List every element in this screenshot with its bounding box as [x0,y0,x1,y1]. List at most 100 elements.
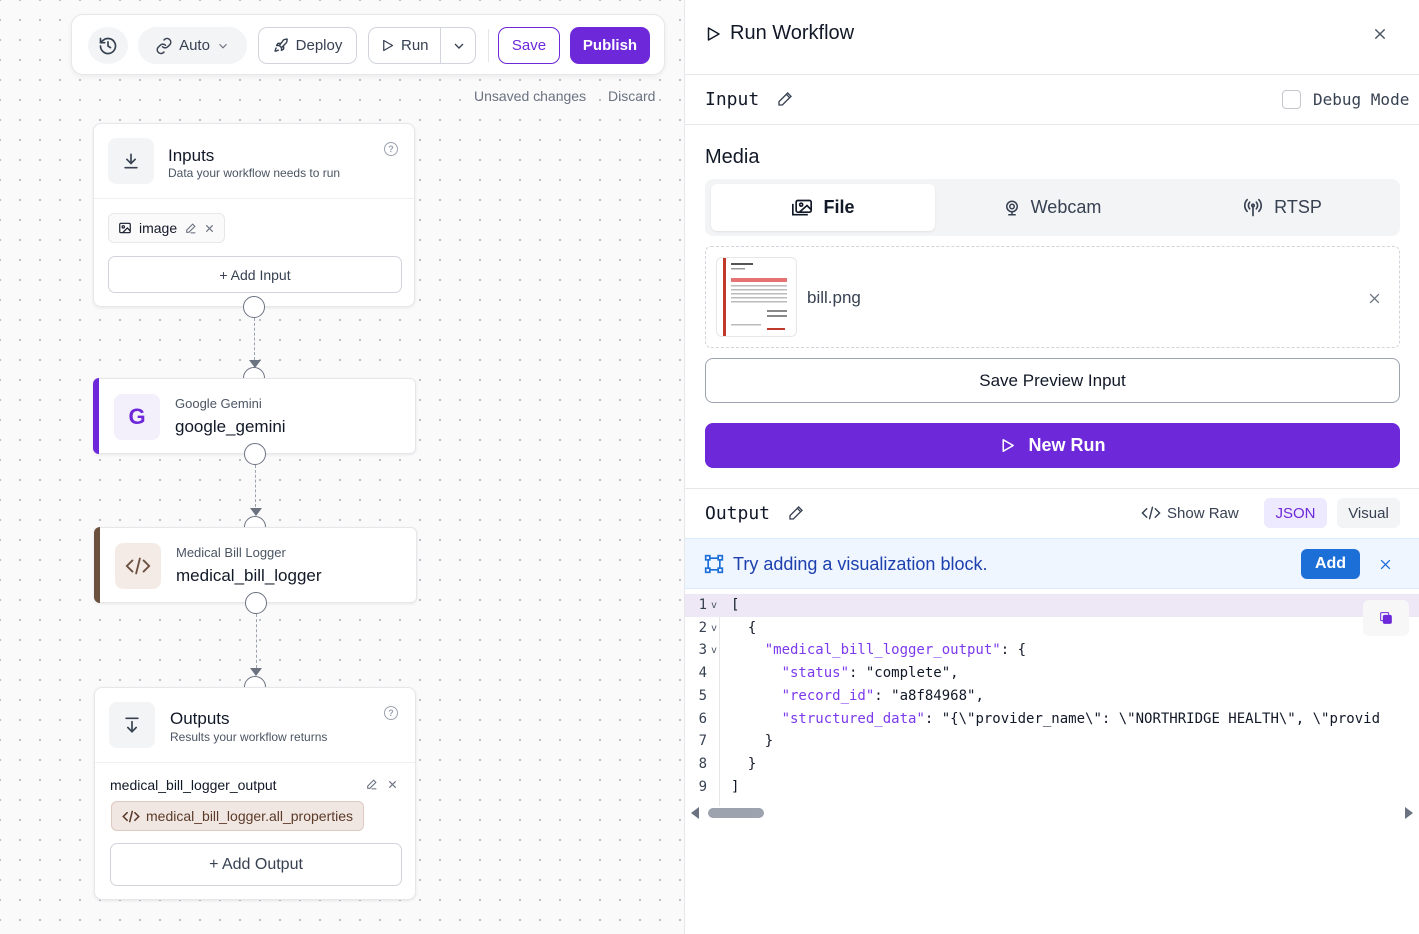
section-divider [685,488,1419,489]
output-port[interactable] [245,592,267,614]
rocket-icon [274,38,288,52]
code-text: ] [731,778,740,795]
publish-button[interactable]: Publish [570,27,650,64]
code-text: "record_id": "a8f84968", [781,687,984,704]
code-line: 8 } [685,753,1419,776]
scrollbar-thumb[interactable] [708,808,764,818]
visualization-banner: Try adding a visualization block. Add [685,538,1419,589]
edit-icon[interactable] [365,778,378,791]
close-panel-button[interactable] [1370,24,1390,44]
line-number: 6 [698,710,707,727]
add-output-button[interactable]: + Add Output [110,843,402,886]
upload-icon [109,702,155,748]
save-preview-input-button[interactable]: Save Preview Input [705,358,1400,403]
line-number: 1 [698,597,707,613]
images-icon [792,199,813,215]
code-line: 6 "structured_data": "{\"provider_name\"… [685,708,1419,731]
history-icon [99,37,117,54]
edge [255,465,256,507]
save-button[interactable]: Save [498,27,560,64]
output-port[interactable] [244,443,266,465]
input-chip-image[interactable]: image [108,213,226,243]
line-number: 4 [698,665,707,682]
help-icon[interactable]: ? [384,706,398,720]
input-chip-label: image [139,220,178,236]
visual-view-button[interactable]: Visual [1337,498,1400,528]
node-divider [95,762,415,763]
help-icon[interactable]: ? [384,142,398,156]
node-divider [94,198,414,199]
json-view-button[interactable]: JSON [1264,498,1327,528]
workflow-canvas[interactable]: Auto Deploy Run Save Publish Unsaved cha… [0,0,685,934]
deploy-button[interactable]: Deploy [258,27,357,64]
section-divider [685,124,1419,125]
run-options-dropdown[interactable] [440,28,476,63]
edit-icon[interactable] [184,222,197,235]
scroll-right-icon[interactable] [1403,807,1413,819]
code-line: 2v { [685,617,1419,640]
file-preview-box: bill.png [705,246,1400,348]
dismiss-banner-button[interactable] [1375,554,1395,574]
run-button[interactable]: Run [368,27,476,64]
edge [254,318,255,360]
tab-webcam-label: Webcam [1030,197,1102,217]
edge-arrow [250,508,262,516]
toolbar-divider [488,29,489,62]
tab-rtsp[interactable]: RTSP [1169,184,1395,231]
close-icon[interactable] [204,223,215,234]
copy-button[interactable] [1363,600,1409,636]
outputs-node[interactable]: Outputs Results your workflow returns ? … [94,687,416,900]
code-line: 3v "medical_bill_logger_output": { [685,639,1419,662]
auto-mode-dropdown[interactable]: Auto [138,27,247,64]
debug-mode-checkbox[interactable] [1282,90,1301,109]
json-output-viewer[interactable]: 1 v[2 v {3 v "medical_bill_logger_output": … [685,594,1419,806]
node-accent-bar [93,378,99,454]
line-number: 5 [698,687,707,704]
pencil-icon[interactable] [788,505,804,521]
google-icon: G [114,394,160,440]
show-raw-button[interactable]: Show Raw [1141,502,1239,524]
code-text: { [747,619,757,636]
outputs-node-title: Outputs [170,709,230,728]
remove-file-button[interactable] [1364,288,1384,308]
code-icon [1141,506,1161,520]
auto-label: Auto [179,37,210,54]
horizontal-scrollbar[interactable] [691,806,1413,820]
fold-chevron-icon[interactable]: v [711,639,717,662]
output-ref-chip[interactable]: medical_bill_logger.all_properties [111,801,365,831]
webcam-icon [1005,200,1018,215]
add-input-button[interactable]: + Add Input [108,256,402,293]
frame-icon [704,554,724,574]
panel-title: Run Workflow [730,22,855,44]
code-line: 5 "record_id": "a8f84968", [685,685,1419,708]
code-text: } [764,733,774,750]
debug-mode-label: Debug Mode [1313,90,1410,109]
fold-chevron-icon[interactable]: v [711,594,717,617]
output-port[interactable] [243,296,265,318]
history-button[interactable] [88,27,128,64]
file-thumbnail[interactable] [716,257,797,337]
output-ref-label: medical_bill_logger.all_properties [146,808,354,824]
edge-arrow [250,668,262,676]
new-run-button[interactable]: New Run [705,423,1400,468]
output-name: medical_bill_logger_output [110,777,277,793]
code-text: "structured_data": "{\"provider_name\": … [781,710,1381,727]
download-icon [108,138,154,184]
code-line: 9] [685,776,1419,799]
unsaved-changes-text: Unsaved changes [474,88,587,104]
tab-webcam[interactable]: Webcam [941,184,1163,231]
discard-link[interactable]: Discard [608,88,655,104]
scroll-left-icon[interactable] [691,807,701,819]
workflow-toolbar: Auto Deploy Run Save Publish [71,14,665,75]
code-line: 1 v [ [685,594,1419,617]
fold-chevron-icon[interactable]: v [711,617,717,640]
play-icon [383,39,394,52]
code-text: } [747,755,757,772]
inputs-node[interactable]: Inputs Data your workflow needs to run ?… [93,123,415,307]
close-icon[interactable] [387,779,398,790]
tab-file[interactable]: File [711,184,935,231]
pencil-icon[interactable] [777,91,793,107]
visualization-banner-text: Try adding a visualization block. [733,554,988,574]
add-visualization-button[interactable]: Add [1301,549,1360,579]
code-text: "status": "complete", [781,665,959,682]
